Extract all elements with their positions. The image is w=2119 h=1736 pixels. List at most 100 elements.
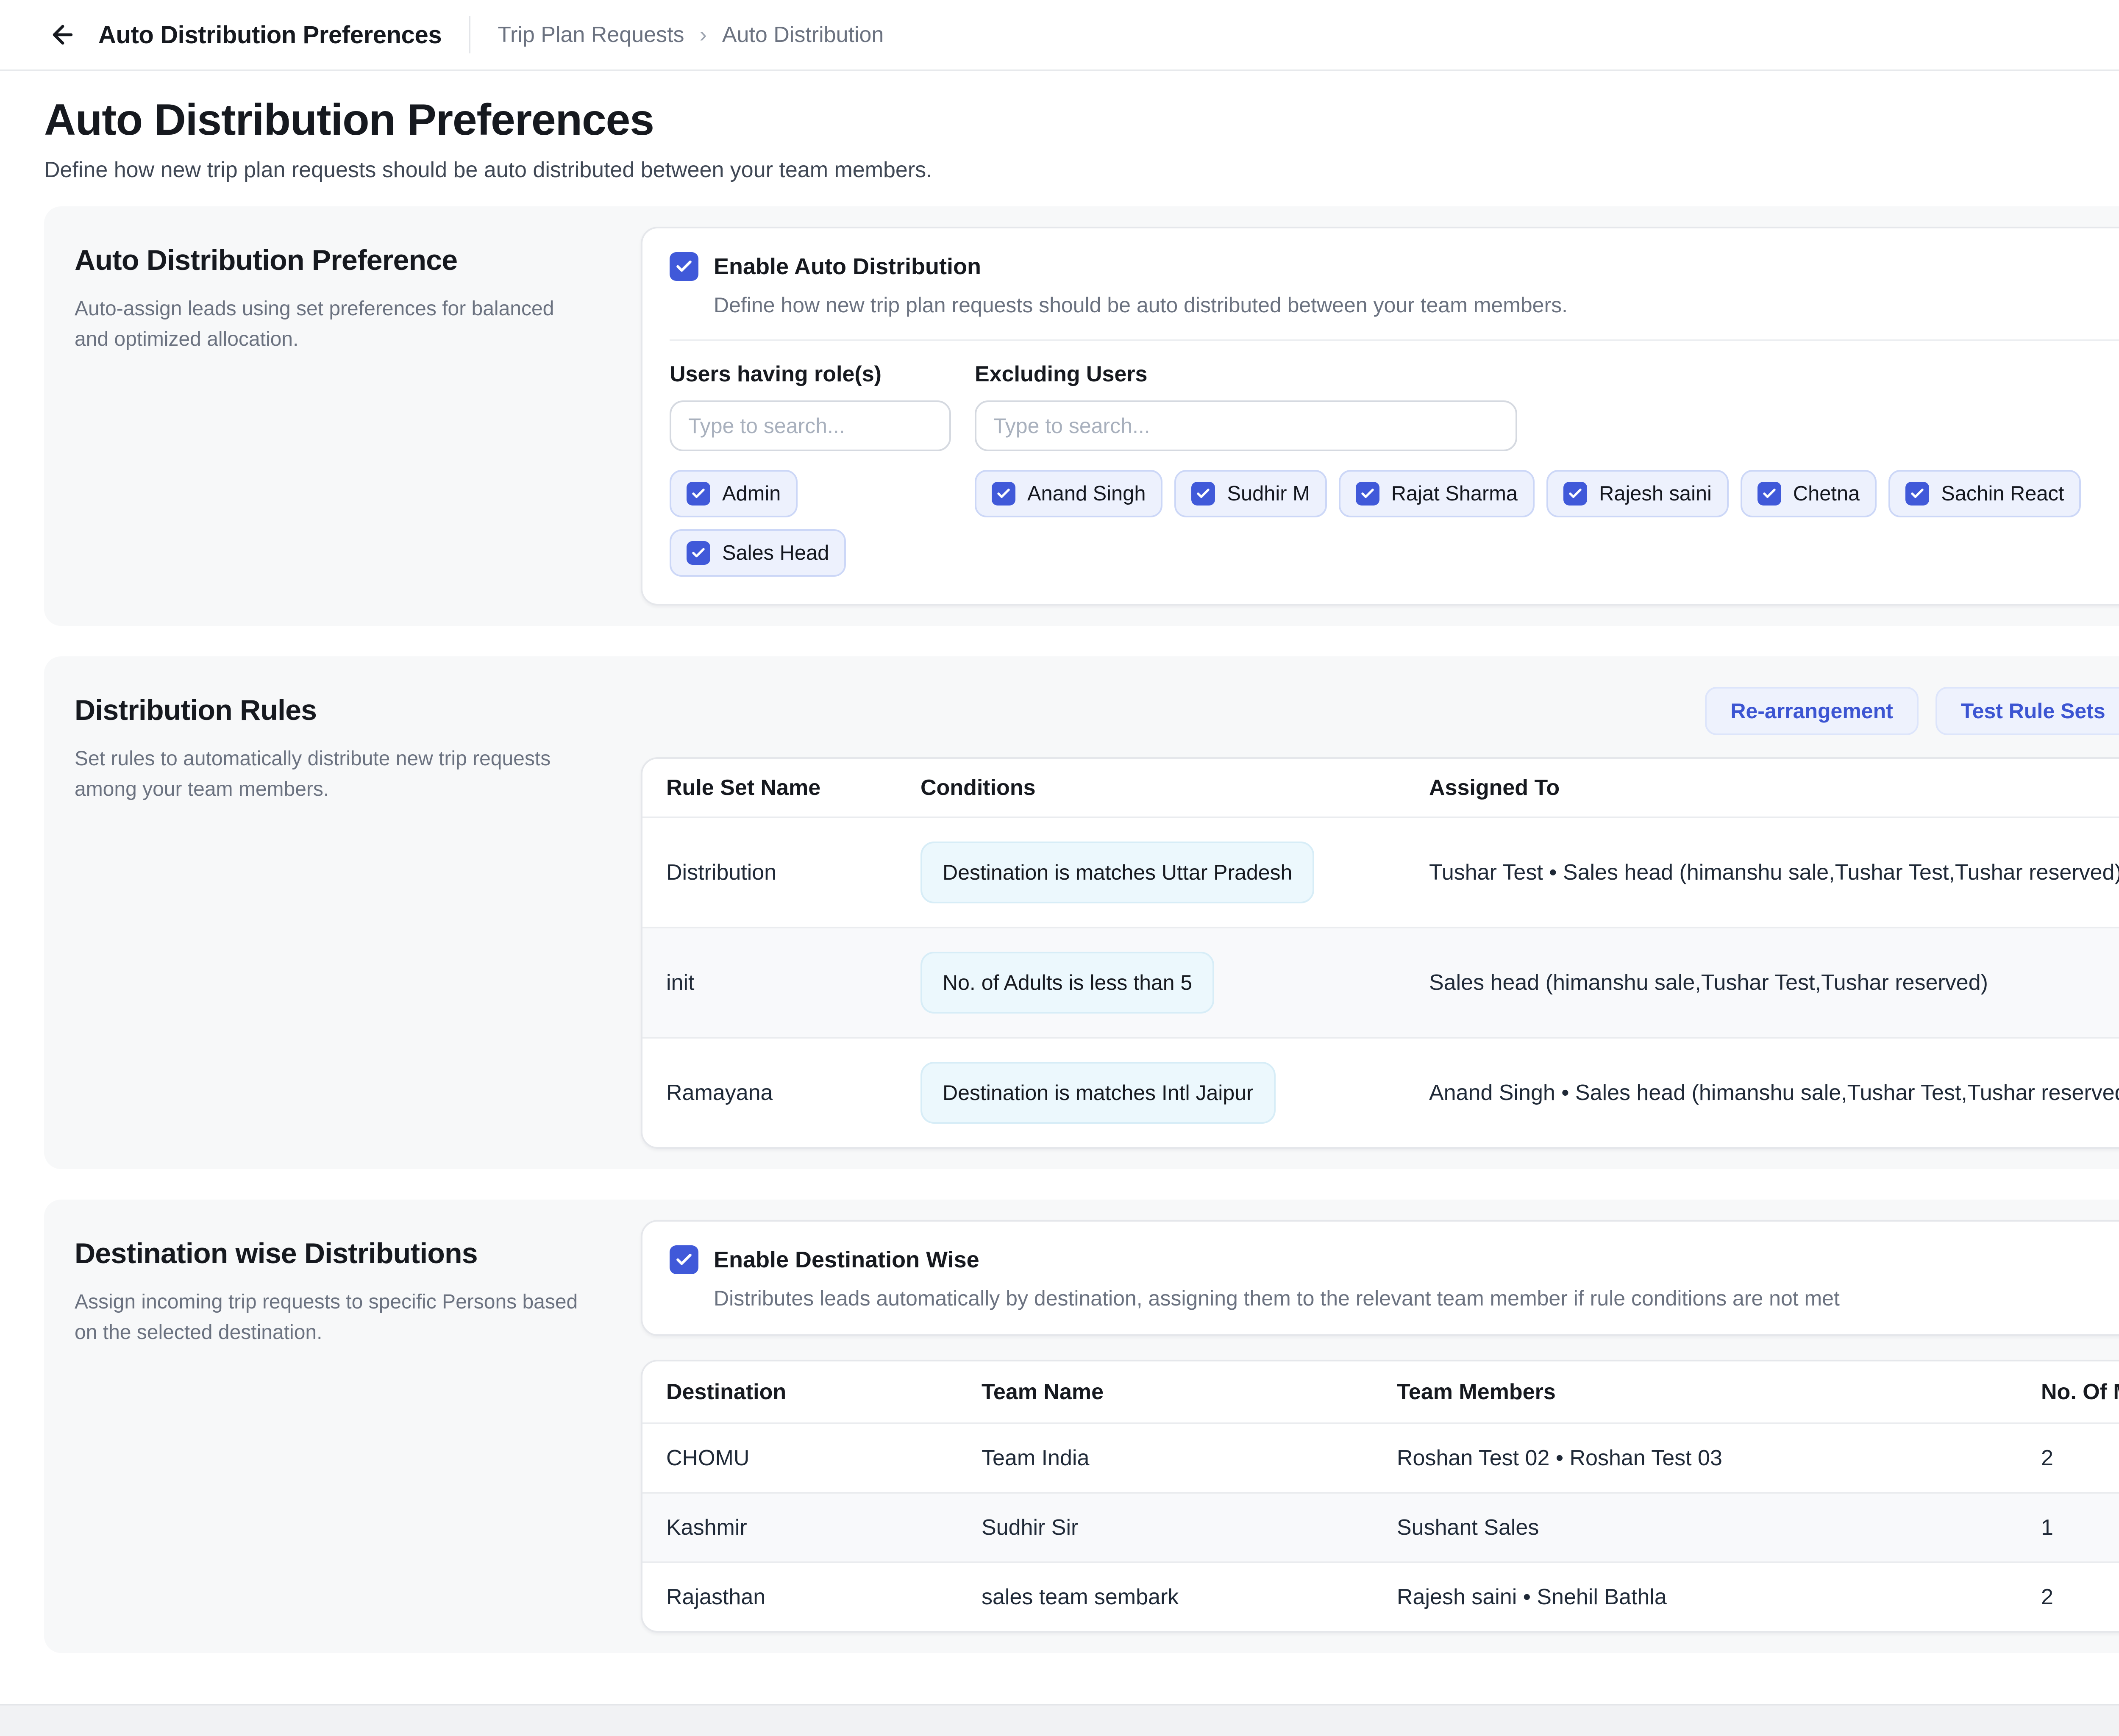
enable-auto-distribution-checkbox[interactable]	[670, 252, 698, 281]
chip-label: Rajat Sharma	[1391, 482, 1518, 506]
section-auto-pref-intro: Auto Distribution Preference Auto-assign…	[64, 227, 641, 606]
destination-row: Rajasthan sales team sembark Rajesh sain…	[642, 1561, 2119, 1631]
rule-condition-badge: Destination is matches Uttar Pradesh	[920, 842, 1314, 903]
chip-label: Admin	[722, 482, 781, 506]
user-chip-rajesh-saini[interactable]: Rajesh saini	[1546, 470, 1729, 517]
excluded-user-chips-group: Anand Singh Sudhir M Rajat Sharma R	[975, 470, 2081, 577]
rule-name: Ramayana	[642, 1080, 897, 1105]
column-team-name: Team Name	[958, 1379, 1373, 1405]
rules-table: Rule Set Name Conditions Assigned To Dis…	[641, 757, 2119, 1149]
section-title: Auto Distribution Preference	[75, 244, 624, 277]
checkbox-checked-icon[interactable]	[687, 541, 710, 565]
team-members: Rajesh saini • Snehil Bathla	[1373, 1584, 2017, 1610]
destination-name: Kashmir	[642, 1515, 958, 1540]
destination-row: CHOMU Team India Roshan Test 02 • Roshan…	[642, 1422, 2119, 1492]
destination-name: Rajasthan	[642, 1584, 958, 1610]
header-divider	[469, 16, 470, 53]
chip-label: Sales Head	[722, 541, 829, 565]
user-chip-sachin-react[interactable]: Sachin React	[1888, 470, 2081, 517]
rule-row: Ramayana Destination is matches Intl Jai…	[642, 1037, 2119, 1147]
role-chip-sales-head[interactable]: Sales Head	[670, 529, 846, 577]
rules-actions: Re-arrangement Test Rule Sets + Add Rule…	[641, 687, 2119, 735]
destination-row: Kashmir Sudhir Sir Sushant Sales 1	[642, 1492, 2119, 1561]
top-header: Auto Distribution Preferences Trip Plan …	[0, 0, 2119, 71]
chip-label: Sudhir M	[1227, 482, 1310, 506]
rule-name: Distribution	[642, 860, 897, 885]
page-title: Auto Distribution Preferences	[44, 95, 2119, 145]
section-rules-intro: Distribution Rules Set rules to automati…	[64, 677, 641, 1149]
team-members: Roshan Test 02 • Roshan Test 03	[1373, 1445, 2017, 1471]
users-having-roles-label: Users having role(s)	[670, 361, 951, 387]
arrow-left-icon	[48, 20, 77, 49]
rearrangement-button[interactable]: Re-arrangement	[1705, 687, 1918, 735]
checkbox-checked-icon[interactable]	[1563, 482, 1587, 506]
enable-auto-distribution-description: Define how new trip plan requests should…	[714, 293, 2119, 317]
checkbox-checked-icon[interactable]	[687, 482, 710, 506]
section-description: Assign incoming trip requests to specifi…	[75, 1287, 583, 1348]
destinations-table: Destination Team Name Team Members No. O…	[641, 1360, 2119, 1633]
role-chips-group: Admin Sales Head	[670, 470, 975, 577]
team-name: Team India	[958, 1445, 1373, 1471]
checkbox-checked-icon[interactable]	[1191, 482, 1215, 506]
column-conditions: Conditions	[897, 775, 1405, 800]
breadcrumb: Trip Plan Requests › Auto Distribution	[498, 22, 884, 47]
user-chip-rajat-sharma[interactable]: Rajat Sharma	[1339, 470, 1535, 517]
enable-destination-wise-label: Enable Destination Wise	[714, 1247, 979, 1273]
rule-row: init No. of Adults is less than 5 Sales …	[642, 927, 2119, 1037]
user-chip-anand-singh[interactable]: Anand Singh	[975, 470, 1162, 517]
page-footer	[0, 1704, 2119, 1736]
team-name: sales team sembark	[958, 1584, 1373, 1610]
app-root: Auto Distribution Preferences Trip Plan …	[0, 0, 2119, 1736]
rule-row: Distribution Destination is matches Utta…	[642, 817, 2119, 927]
member-count: 1	[2017, 1515, 2119, 1540]
rule-name: init	[642, 970, 897, 995]
back-button[interactable]	[44, 16, 81, 53]
section-description: Set rules to automatically distribute ne…	[75, 744, 583, 805]
checkbox-checked-icon[interactable]	[992, 482, 1015, 506]
member-count: 2	[2017, 1445, 2119, 1471]
rule-assigned: Anand Singh • Sales head (himanshu sale,…	[1405, 1080, 2119, 1105]
section-description: Auto-assign leads using set preferences …	[75, 294, 583, 355]
chip-label: Sachin React	[1941, 482, 2064, 506]
checkmark-icon	[675, 1250, 693, 1269]
window-title: Auto Distribution Preferences	[98, 21, 442, 49]
rule-condition-badge: No. of Adults is less than 5	[920, 952, 1214, 1014]
breadcrumb-item-auto-distribution[interactable]: Auto Distribution	[722, 22, 884, 47]
enable-destination-card: Enable Destination Wise Distributes lead…	[641, 1220, 2119, 1336]
section-title: Destination wise Distributions	[75, 1237, 624, 1270]
enable-auto-distribution-label: Enable Auto Distribution	[714, 253, 981, 280]
destinations-table-header: Destination Team Name Team Members No. O…	[642, 1361, 2119, 1422]
role-chip-admin[interactable]: Admin	[670, 470, 798, 517]
chip-label: Anand Singh	[1027, 482, 1146, 506]
section-destination-intro: Destination wise Distributions Assign in…	[64, 1220, 641, 1633]
excluding-users-label: Excluding Users	[975, 361, 1517, 387]
chevron-right-icon: ›	[699, 22, 706, 47]
user-chip-sudhir-m[interactable]: Sudhir M	[1174, 470, 1326, 517]
chip-label: Rajesh saini	[1599, 482, 1712, 506]
checkbox-checked-icon[interactable]	[1757, 482, 1781, 506]
column-team-members: Team Members	[1373, 1379, 2017, 1405]
section-title: Distribution Rules	[75, 694, 624, 727]
checkbox-checked-icon[interactable]	[1356, 482, 1379, 506]
card-divider	[670, 339, 2119, 341]
section-destination-wise: Destination wise Distributions Assign in…	[44, 1200, 2119, 1653]
team-members: Sushant Sales	[1373, 1515, 2017, 1540]
users-having-roles-input[interactable]	[670, 400, 951, 451]
section-distribution-rules: Distribution Rules Set rules to automati…	[44, 656, 2119, 1169]
rule-assigned: Tushar Test • Sales head (himanshu sale,…	[1405, 860, 2119, 885]
excluding-users-input[interactable]	[975, 400, 1517, 451]
chip-label: Chetna	[1793, 482, 1860, 506]
enable-destination-wise-description: Distributes leads automatically by desti…	[714, 1286, 2119, 1311]
breadcrumb-item-trip-plan-requests[interactable]: Trip Plan Requests	[498, 22, 684, 47]
section-auto-distribution-preference: Auto Distribution Preference Auto-assign…	[44, 206, 2119, 626]
column-rule-set-name: Rule Set Name	[642, 775, 897, 800]
user-chip-chetna[interactable]: Chetna	[1741, 470, 1877, 517]
auto-pref-card: Enable Auto Distribution Define how new …	[641, 227, 2119, 606]
test-rule-sets-button[interactable]: Test Rule Sets	[1935, 687, 2119, 735]
rules-table-header: Rule Set Name Conditions Assigned To	[642, 759, 2119, 817]
page-heading-block: Auto Distribution Preferences Define how…	[0, 71, 2119, 203]
enable-destination-wise-checkbox[interactable]	[670, 1245, 698, 1274]
checkbox-checked-icon[interactable]	[1905, 482, 1929, 506]
column-no-of-members: No. Of Members	[2017, 1379, 2119, 1405]
destination-name: CHOMU	[642, 1445, 958, 1471]
